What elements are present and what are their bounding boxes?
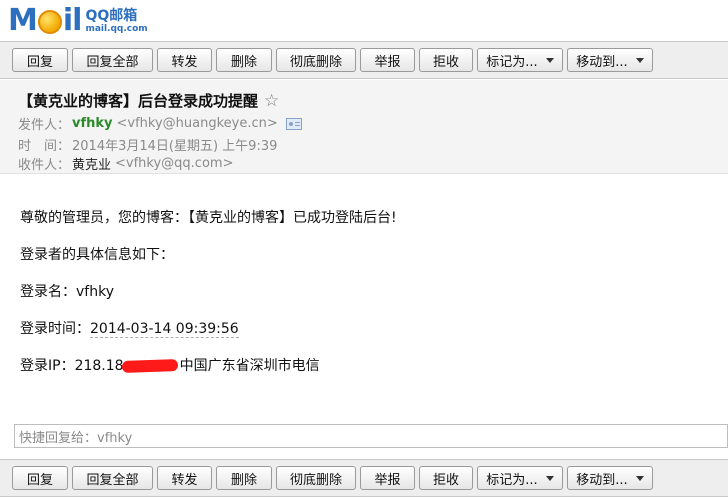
delete-permanently-label: 彻底删除 [289, 54, 342, 70]
delete-label: 删除 [230, 54, 257, 70]
login-ip-label: 登录IP： [20, 358, 75, 374]
mark-as-dropdown[interactable]: 标记为... [477, 466, 563, 490]
reply-all-label: 回复全部 [86, 472, 139, 488]
chevron-down-icon [545, 475, 554, 481]
recipient-address: <vfhky@qq.com> [115, 156, 234, 171]
contact-card-icon[interactable] [285, 117, 302, 130]
email-body: 尊敬的管理员，您的博客：【黄克业的博客】已成功登陆后台! 登录者的具体信息如下：… [0, 175, 728, 415]
forward-button[interactable]: 转发 [157, 48, 212, 72]
login-time-label: 登录时间： [20, 321, 90, 337]
logo-letters-il: il [62, 3, 83, 38]
body-line-login-time: 登录时间：2014-03-14 09:39:56 [20, 318, 239, 338]
mark-as-label: 标记为... [486, 54, 538, 70]
forward-label: 转发 [171, 472, 198, 488]
sender-address: <vfhky@huangkeye.cn> [116, 116, 278, 131]
login-time-value: 2014-03-14 09:39:56 [90, 321, 239, 338]
recipient-name[interactable]: 黄克业 [72, 154, 111, 173]
delete-permanently-button[interactable]: 彻底删除 [276, 466, 356, 490]
report-label: 举报 [374, 472, 401, 488]
forward-label: 转发 [171, 54, 198, 70]
report-button[interactable]: 举报 [360, 466, 415, 490]
body-line-intro: 登录者的具体信息如下： [20, 244, 174, 264]
move-to-label: 移动到... [576, 54, 628, 70]
email-subject: 【黄克业的博客】后台登录成功提醒 ☆ [18, 90, 279, 111]
reply-button[interactable]: 回复 [12, 466, 68, 490]
reply-label: 回复 [26, 54, 53, 70]
redaction-mark [121, 359, 178, 373]
reject-button[interactable]: 拒收 [419, 466, 473, 490]
move-to-dropdown[interactable]: 移动到... [567, 48, 653, 72]
mail-wordmark: M il [8, 3, 83, 38]
delete-permanently-label: 彻底删除 [289, 472, 342, 488]
recipient-row: 收件人： 黄克业 <vfhky@qq.com> [18, 154, 233, 173]
chevron-down-icon [545, 57, 554, 63]
body-line-greeting: 尊敬的管理员，您的博客：【黄克业的博客】已成功登陆后台! [20, 207, 397, 227]
sender-row: 发件人： vfhky <vfhky@huangkeye.cn> [18, 114, 302, 133]
login-name-label: 登录名： [20, 284, 76, 300]
quick-reply-placeholder: 快捷回复给：vfhky [19, 430, 133, 446]
time-row: 时 间： 2014年3月14日(星期五) 上午9:39 [18, 135, 277, 154]
move-to-dropdown[interactable]: 移动到... [567, 466, 653, 490]
forward-button[interactable]: 转发 [157, 466, 212, 490]
time-label: 时 间： [18, 139, 71, 154]
bottom-toolbar: 回复 回复全部 转发 删除 彻底删除 举报 拒收 标记为... 移动到... [0, 459, 728, 497]
delete-button[interactable]: 删除 [216, 48, 272, 72]
reply-all-button[interactable]: 回复全部 [72, 466, 153, 490]
body-line-login-ip: 登录IP：218.18 中国广东省深圳市电信 [20, 355, 320, 375]
time-value: 2014年3月14日(星期五) 上午9:39 [72, 139, 278, 154]
logo-domain-text: mail.qq.com [85, 24, 148, 34]
chevron-down-icon [635, 475, 644, 481]
reply-button[interactable]: 回复 [12, 48, 68, 72]
reject-button[interactable]: 拒收 [419, 48, 473, 72]
greeting-text: 尊敬的管理员，您的博客：【黄克业的博客】已成功登陆后台! [20, 210, 397, 226]
mark-as-dropdown[interactable]: 标记为... [477, 48, 563, 72]
reject-label: 拒收 [432, 472, 459, 488]
logo-cn-text: QQ邮箱 [85, 8, 138, 24]
chevron-down-icon [635, 57, 644, 63]
logo-letter-m: M [8, 3, 38, 38]
reject-label: 拒收 [432, 54, 459, 70]
delete-button[interactable]: 删除 [216, 466, 272, 490]
email-header: 【黄克业的博客】后台登录成功提醒 ☆ 发件人： vfhky <vfhky@hua… [0, 80, 728, 174]
move-to-label: 移动到... [576, 472, 628, 488]
delete-permanently-button[interactable]: 彻底删除 [276, 48, 356, 72]
quick-reply-input[interactable]: 快捷回复给：vfhky [14, 424, 728, 448]
login-ip-location: 中国广东省深圳市电信 [179, 358, 320, 374]
star-icon[interactable]: ☆ [264, 91, 279, 111]
reply-all-label: 回复全部 [86, 54, 139, 70]
subject-text: 【黄克业的博客】后台登录成功提醒 [18, 92, 259, 110]
sender-name[interactable]: vfhky [72, 116, 113, 131]
sender-label: 发件人： [18, 118, 71, 133]
logo-o-icon [37, 10, 62, 34]
body-line-login-name: 登录名：vfhky [20, 281, 114, 301]
delete-label: 删除 [230, 472, 257, 488]
login-name-value: vfhky [76, 284, 114, 300]
reply-all-button[interactable]: 回复全部 [72, 48, 153, 72]
top-toolbar: 回复 回复全部 转发 删除 彻底删除 举报 拒收 标记为... 移动到... [0, 41, 728, 79]
reply-label: 回复 [26, 472, 53, 488]
qq-mail-logo[interactable]: M il QQ邮箱 mail.qq.com [8, 4, 148, 36]
login-ip-value: 218.18 [74, 358, 124, 374]
mark-as-label: 标记为... [486, 472, 538, 488]
report-label: 举报 [374, 54, 401, 70]
logo-side-text: QQ邮箱 mail.qq.com [85, 9, 147, 36]
intro-text: 登录者的具体信息如下： [20, 247, 174, 263]
recipient-label: 收件人： [18, 158, 71, 173]
report-button[interactable]: 举报 [360, 48, 415, 72]
